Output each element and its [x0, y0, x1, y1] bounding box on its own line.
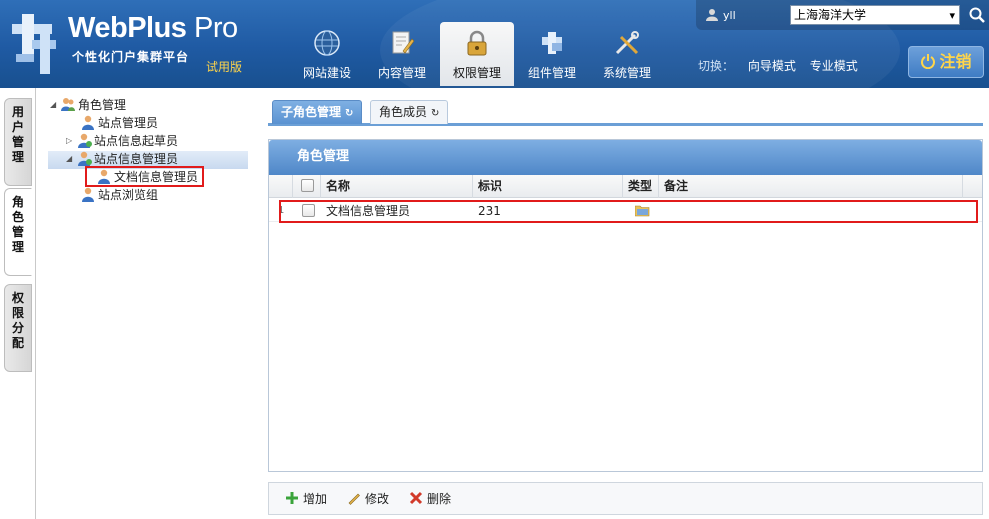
pencil-icon	[348, 493, 360, 505]
side-tabs: 用户管理 角色管理 权限分配	[0, 88, 36, 519]
mode-switch: 切换： 向导模式 专业模式	[698, 57, 868, 74]
app-header: WebPlus Pro 个性化门户集群平台 试用版 网站建设 内容管理 权限管理…	[0, 0, 989, 88]
col-type[interactable]: 类型	[623, 175, 659, 198]
mode-switch-label: 切换：	[698, 59, 735, 73]
side-tab-user-management[interactable]: 用户管理	[4, 98, 32, 186]
content-tabs: 子角色管理 ↻ 角色成员 ↻	[268, 96, 983, 126]
tree-node-site-drafter[interactable]: ▷ 站点信息起草员	[66, 132, 178, 150]
plus-icon	[286, 492, 298, 504]
document-edit-icon	[392, 31, 415, 54]
col-id[interactable]: 标识	[473, 175, 623, 198]
tree-node-site-admin[interactable]: 站点管理员	[70, 114, 158, 132]
col-note[interactable]: 备注	[659, 175, 963, 198]
user-icon	[706, 9, 718, 21]
logo-icon	[12, 14, 56, 74]
col-name[interactable]: 名称	[321, 175, 473, 198]
guide-mode-link[interactable]: 向导模式	[748, 59, 796, 73]
logout-button[interactable]: 注销	[908, 46, 984, 78]
role-group-icon	[61, 98, 75, 111]
tab-sub-roles[interactable]: 子角色管理 ↻	[272, 100, 363, 124]
select-all-checkbox-cell	[293, 175, 321, 198]
user-role-icon	[78, 133, 92, 148]
action-toolbar: 增加 修改 删除	[268, 482, 983, 515]
brand-subtitle: 个性化门户集群平台	[72, 50, 190, 64]
globe-icon	[314, 30, 340, 56]
tools-icon	[615, 31, 639, 55]
edit-button[interactable]: 修改	[347, 491, 389, 507]
collapse-icon[interactable]: ◢	[50, 96, 60, 114]
tree-node-root[interactable]: ◢ 角色管理	[50, 96, 126, 114]
brand-title: WebPlus Pro	[68, 12, 238, 44]
pro-mode-link[interactable]: 专业模式	[810, 59, 858, 73]
power-icon	[921, 54, 936, 69]
expand-icon[interactable]: ▷	[66, 132, 76, 150]
user-bar: yll 上海海洋大学 ▾	[696, 0, 989, 30]
nav-site-build[interactable]: 网站建设	[290, 22, 364, 84]
chevron-down-icon: ▾	[949, 9, 955, 22]
select-all-checkbox[interactable]	[301, 179, 314, 192]
delete-icon	[409, 491, 423, 505]
tree-highlight-box	[85, 166, 204, 187]
nav-permission[interactable]: 权限管理	[440, 22, 514, 86]
user-role-icon	[82, 187, 94, 202]
nav-system[interactable]: 系统管理	[590, 22, 664, 84]
refresh-icon[interactable]: ↻	[345, 108, 353, 119]
side-tab-role-management[interactable]: 角色管理	[4, 188, 32, 276]
row-highlight-box	[279, 200, 978, 223]
org-select[interactable]: 上海海洋大学 ▾	[790, 5, 960, 25]
grid-header: 名称 标识 类型 备注	[269, 175, 982, 198]
nav-content[interactable]: 内容管理	[365, 22, 439, 84]
user-role-icon	[82, 115, 94, 130]
nav-component[interactable]: 组件管理	[515, 22, 589, 84]
user-role-icon	[78, 151, 92, 166]
edition-label: 试用版	[206, 60, 243, 74]
collapse-icon[interactable]: ◢	[66, 150, 76, 168]
top-nav: 网站建设 内容管理 权限管理 组件管理 系统管理	[290, 22, 665, 88]
side-tab-permission-assign[interactable]: 权限分配	[4, 284, 32, 372]
lock-icon	[467, 30, 487, 56]
refresh-icon[interactable]: ↻	[431, 108, 439, 119]
add-button[interactable]: 增加	[285, 491, 327, 507]
role-panel: 角色管理 名称 标识 类型 备注 1 文档信息管理员 231	[268, 139, 983, 472]
puzzle-icon	[542, 32, 562, 54]
search-icon[interactable]	[968, 6, 986, 24]
tab-role-members[interactable]: 角色成员 ↻	[370, 100, 449, 124]
user-name[interactable]: yll	[723, 9, 736, 22]
tree-node-site-browse[interactable]: 站点浏览组	[70, 186, 158, 204]
delete-button[interactable]: 删除	[409, 491, 451, 507]
panel-title: 角色管理	[269, 140, 982, 175]
